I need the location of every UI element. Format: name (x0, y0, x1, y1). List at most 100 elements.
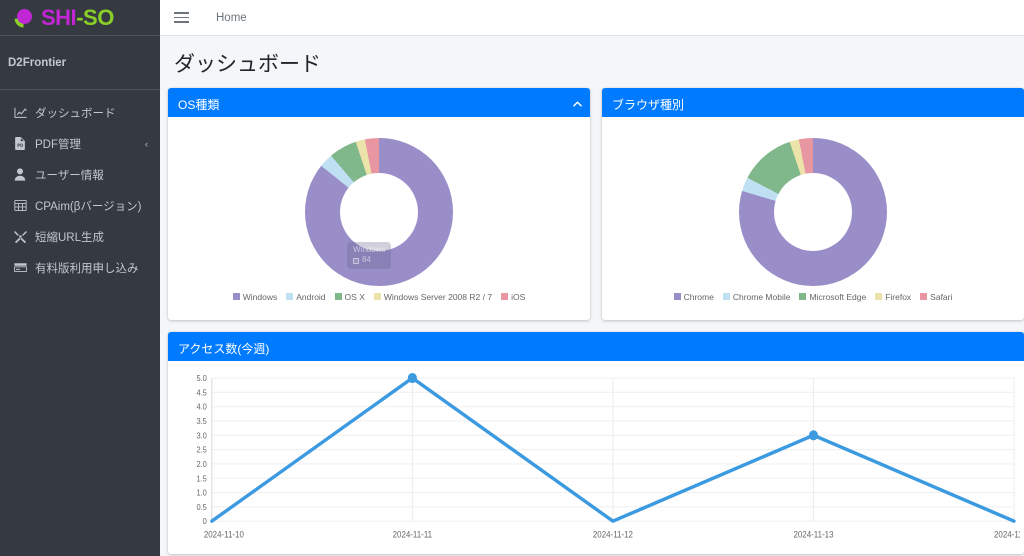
breadcrumb[interactable]: Home (216, 12, 247, 24)
y-axis-tick-label: 3.0 (196, 431, 207, 440)
y-axis-tick-label: 0 (203, 517, 208, 526)
browser-donut-chart[interactable] (739, 137, 887, 286)
browser-chart-legend: Chrome Chrome Mobile Microsoft Edge Firefox… (673, 291, 952, 302)
legend-item[interactable]: Chrome Mobile (722, 291, 791, 302)
card-title-os: OS種類 (178, 97, 220, 112)
legend-item[interactable]: Windows (232, 291, 278, 302)
y-axis-tick-label: 0.5 (196, 503, 207, 512)
user-name: D2Frontier (8, 56, 67, 69)
legend-item[interactable]: Safari (920, 292, 952, 302)
sidebar-item-label: ユーザー情報 (35, 169, 104, 182)
sidebar-item-label: 有料版利用申し込み (35, 262, 139, 275)
brand-logo-link[interactable]: SHI-SO (0, 0, 160, 36)
legend-swatch-icon (799, 293, 807, 300)
legend-label: Windows (242, 291, 278, 302)
os-chart-legend: Windows Android OS X Windows Server 2008 R2… (232, 291, 525, 302)
sidebar-item-label: ダッシュボード (35, 107, 116, 120)
sidebar: SHI-SO D2Frontier ダッシュボード PDF管理 ‹ ユーザー情報… (0, 0, 160, 556)
dashboard-page: SHI-SO D2Frontier ダッシュボード PDF管理 ‹ ユーザー情報… (0, 0, 1024, 556)
os-donut-ring (305, 137, 453, 286)
file-pdf-icon (10, 137, 30, 150)
y-axis-tick-label: 1.5 (196, 474, 207, 483)
logo-text-secondary: -SO (76, 4, 114, 30)
x-axis-tick-label: 2024-11-11 (393, 529, 433, 539)
chevron-left-icon[interactable]: ‹ (145, 139, 148, 149)
legend-swatch-icon (501, 293, 509, 300)
sidebar-item-short-url[interactable]: 短縮URL生成 (4, 222, 156, 251)
page-title: ダッシュボード (174, 53, 321, 76)
legend-label: Firefox (885, 291, 912, 302)
card-title-browser: ブラウザ種別 (612, 97, 685, 112)
legend-label: Windows Server 2008 R2 / 7 (383, 291, 493, 302)
sidebar-item-user-info[interactable]: ユーザー情報 (4, 160, 156, 189)
chevron-up-icon[interactable] (573, 101, 582, 108)
logo-text-primary: SHI (41, 4, 77, 30)
legend-item[interactable]: Microsoft Edge (799, 292, 866, 302)
card-body-browser: Chrome Chrome Mobile Microsoft Edge Firefox… (602, 117, 1024, 320)
x-axis-tick-label: 2024-11-12 (593, 529, 633, 539)
y-axis-tick-label: 3.5 (196, 417, 207, 426)
card-os-types: OS種類 Windows 84 Windows Android OS X Win… (168, 88, 590, 320)
card-browser-types: ブラウザ種別 Chrome Chrome Mobile Microsoft Edge… (602, 88, 1024, 320)
x-axis-tick-label: 2024-11-13 (793, 529, 833, 539)
card-title-access: アクセス数(今週) (178, 341, 270, 356)
os-donut-chart[interactable]: Windows 84 (305, 137, 453, 286)
user-panel[interactable]: D2Frontier (0, 36, 160, 90)
legend-label: Safari (930, 291, 953, 302)
hamburger-icon[interactable] (174, 8, 194, 28)
sidebar-item-cpaim[interactable]: CPAim(βバージョン) (4, 191, 156, 220)
legend-label: Microsoft Edge (809, 291, 867, 302)
legend-item[interactable]: OS X (334, 291, 365, 302)
sidebar-item-label: CPAim(βバージョン) (35, 200, 142, 213)
card-header-browser: ブラウザ種別 (602, 91, 1024, 117)
legend-item[interactable]: Windows Server 2008 R2 / 7 (373, 291, 493, 302)
sidebar-item-label: PDF管理 (35, 138, 81, 151)
legend-item[interactable]: Firefox (875, 292, 911, 302)
sidebar-nav: ダッシュボード PDF管理 ‹ ユーザー情報 CPAim(βバージョン) 短縮U… (0, 90, 160, 282)
legend-swatch-icon (373, 293, 381, 300)
legend-swatch-icon (286, 293, 294, 300)
sidebar-item-pdf[interactable]: PDF管理 ‹ (4, 129, 156, 158)
legend-swatch-icon (920, 293, 928, 300)
data-point-marker[interactable] (407, 372, 417, 384)
sidebar-item-paid-application[interactable]: 有料版利用申し込み (4, 253, 156, 282)
y-axis-tick-label: 1.0 (196, 488, 207, 497)
legend-item[interactable]: Android (286, 291, 326, 302)
card-body-access: 0 0.5 1.0 1.5 2.0 2.5 3.0 3.5 4.0 4.5 5.0 2024-11-1… (168, 361, 1024, 554)
user-icon (10, 168, 30, 181)
chart-line-icon (10, 106, 30, 119)
table-icon (10, 199, 30, 212)
sidebar-item-label: 短縮URL生成 (35, 231, 105, 244)
data-point-marker[interactable] (808, 430, 819, 441)
browser-donut-ring (739, 137, 887, 286)
y-axis-tick-label: 2.5 (196, 445, 207, 454)
x-axis-tick-label: 2024-11-10 (204, 529, 244, 539)
legend-swatch-icon (673, 293, 681, 300)
shiso-circle-logo-icon (10, 5, 36, 31)
legend-item[interactable]: iOS (501, 292, 525, 302)
legend-label: Chrome (683, 291, 714, 302)
tools-icon (10, 230, 30, 243)
charts-row-bottom: アクセス数(今週) 0 0.5 1.0 1.5 2.0 2.5 3.0 3.5 4.0 4.5 5.… (160, 320, 1024, 554)
top-navbar: Home (160, 0, 1024, 36)
x-axis-tick-label: 2024-11-14 (994, 529, 1020, 539)
y-axis-tick-label: 4.5 (196, 388, 207, 397)
card-header-os: OS種類 (168, 91, 590, 117)
y-axis-tick-label: 4.0 (196, 402, 207, 411)
credit-card-icon (10, 262, 30, 273)
card-body-os: Windows 84 Windows Android OS X Windows Ser… (168, 117, 590, 320)
sidebar-item-dashboard[interactable]: ダッシュボード (4, 98, 156, 127)
card-access-count: アクセス数(今週) 0 0.5 1.0 1.5 2.0 2.5 3.0 3.5 4.0 4.5 5.… (168, 332, 1024, 554)
legend-label: OS X (344, 291, 365, 302)
legend-label: Android (296, 291, 326, 302)
legend-item[interactable]: Chrome (673, 291, 714, 302)
charts-row-top: OS種類 Windows 84 Windows Android OS X Win… (160, 88, 1024, 320)
legend-label: iOS (511, 291, 526, 302)
y-axis-tick-label: 5.0 (196, 374, 207, 383)
access-line-chart[interactable]: 0 0.5 1.0 1.5 2.0 2.5 3.0 3.5 4.0 4.5 5.0 2024-11-1… (172, 367, 1020, 552)
legend-swatch-icon (722, 293, 730, 300)
card-header-access: アクセス数(今週) (168, 335, 1024, 361)
legend-swatch-icon (875, 293, 883, 300)
content-wrapper: Home ダッシュボード OS種類 Windows 84 Windows And… (160, 0, 1024, 556)
legend-label: Chrome Mobile (732, 291, 791, 302)
